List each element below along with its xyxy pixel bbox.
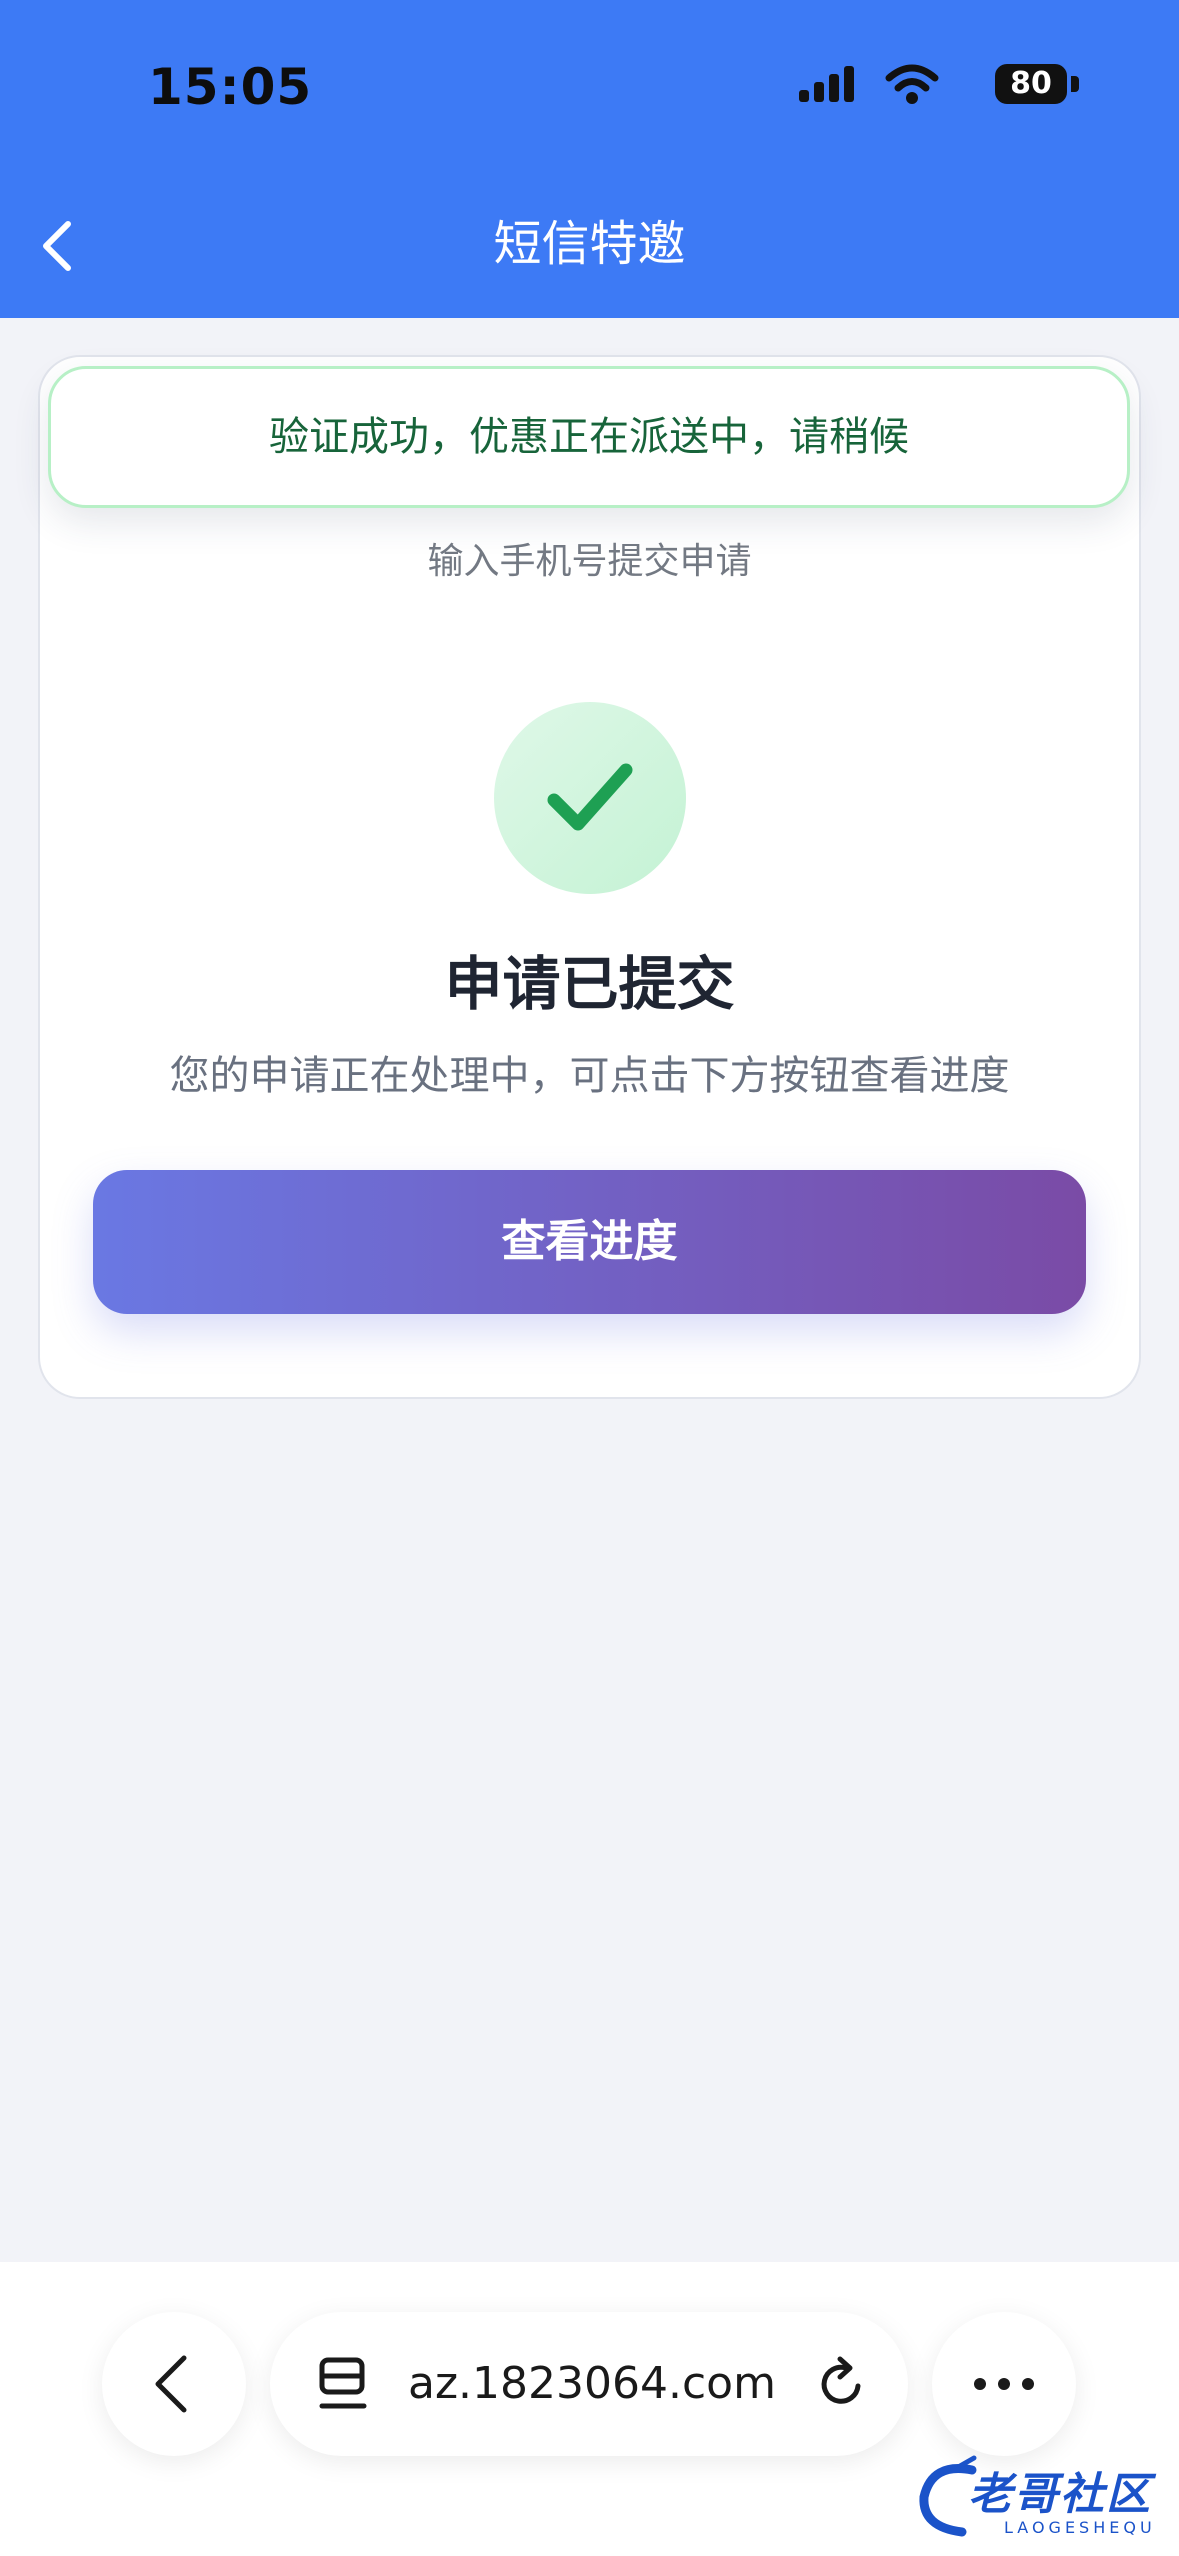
url-text: az.1823064.com: [408, 2358, 776, 2409]
card-subtitle: 输入手机号提交申请: [427, 541, 752, 582]
browser-back-button[interactable]: [102, 2312, 246, 2456]
status-time: 15:05: [148, 58, 313, 116]
chevron-left-icon: [155, 2355, 187, 2413]
battery-cap: [1071, 76, 1079, 92]
wifi-icon: [885, 64, 939, 104]
more-icon: [974, 2378, 1034, 2390]
view-progress-button[interactable]: 查看进度: [93, 1170, 1086, 1314]
address-bar[interactable]: az.1823064.com: [270, 2312, 908, 2456]
status-icons: 80: [759, 62, 1079, 112]
watermark-text: 老哥社区: [968, 2469, 1152, 2520]
signal-icon: [799, 66, 854, 102]
app-header: 15:05 80 短信特邀: [0, 0, 1179, 318]
check-icon: [547, 763, 633, 831]
result-title: 申请已提交: [444, 950, 735, 1018]
battery-icon: 80: [995, 64, 1079, 104]
success-badge: [494, 702, 686, 894]
page-title: 短信特邀: [493, 216, 686, 272]
watermark-subtext: LAOGESHEQU: [1004, 2518, 1156, 2537]
battery-level: 80: [995, 64, 1067, 104]
more-button[interactable]: [932, 2312, 1076, 2456]
success-toast: 验证成功，优惠正在派送中，请稍候: [48, 366, 1130, 508]
tabs-icon: [319, 2357, 367, 2409]
reload-icon[interactable]: [816, 2356, 868, 2412]
result-description: 您的申请正在处理中，可点击下方按钮查看进度: [169, 1053, 1010, 1099]
site-watermark: 老哥社区 LAOGESHEQU: [912, 2448, 1167, 2548]
